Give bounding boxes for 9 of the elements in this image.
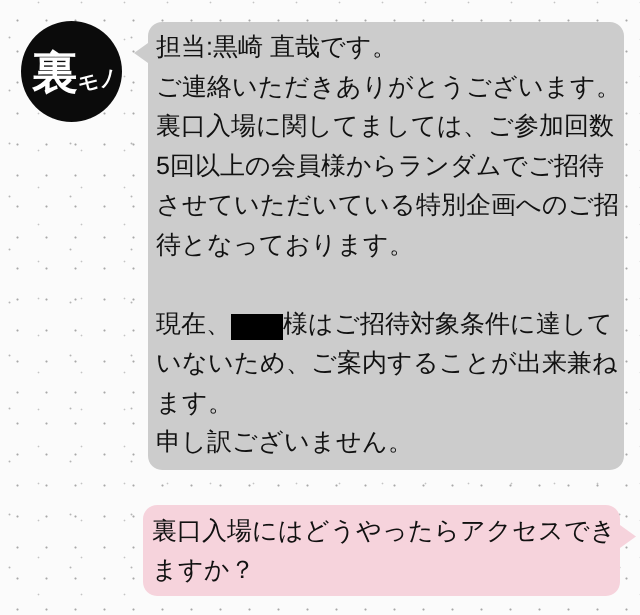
message-text: 裏口入場にはどうやったらアクセスできますか？: [152, 516, 617, 586]
message-text: ご連絡いただきありがとうございます。: [156, 72, 622, 102]
logo-text: 裏: [32, 48, 78, 94]
message-text: 現在、 様はご招待対象条件に達していないため、ご案内することが出来兼ねます。: [156, 308, 619, 418]
redaction-bar: [231, 314, 283, 340]
message-text: 裏口入場に関してましては、ご参加回数5回以上の会員様からランダムでご招待させていただいている特別企画へのご招待となっております。: [156, 111, 620, 260]
logo-text: モノ: [76, 66, 120, 96]
message-text: 申し訳ございません。: [156, 427, 414, 458]
message-text: 担当:黒崎 直哉です。: [156, 32, 398, 63]
